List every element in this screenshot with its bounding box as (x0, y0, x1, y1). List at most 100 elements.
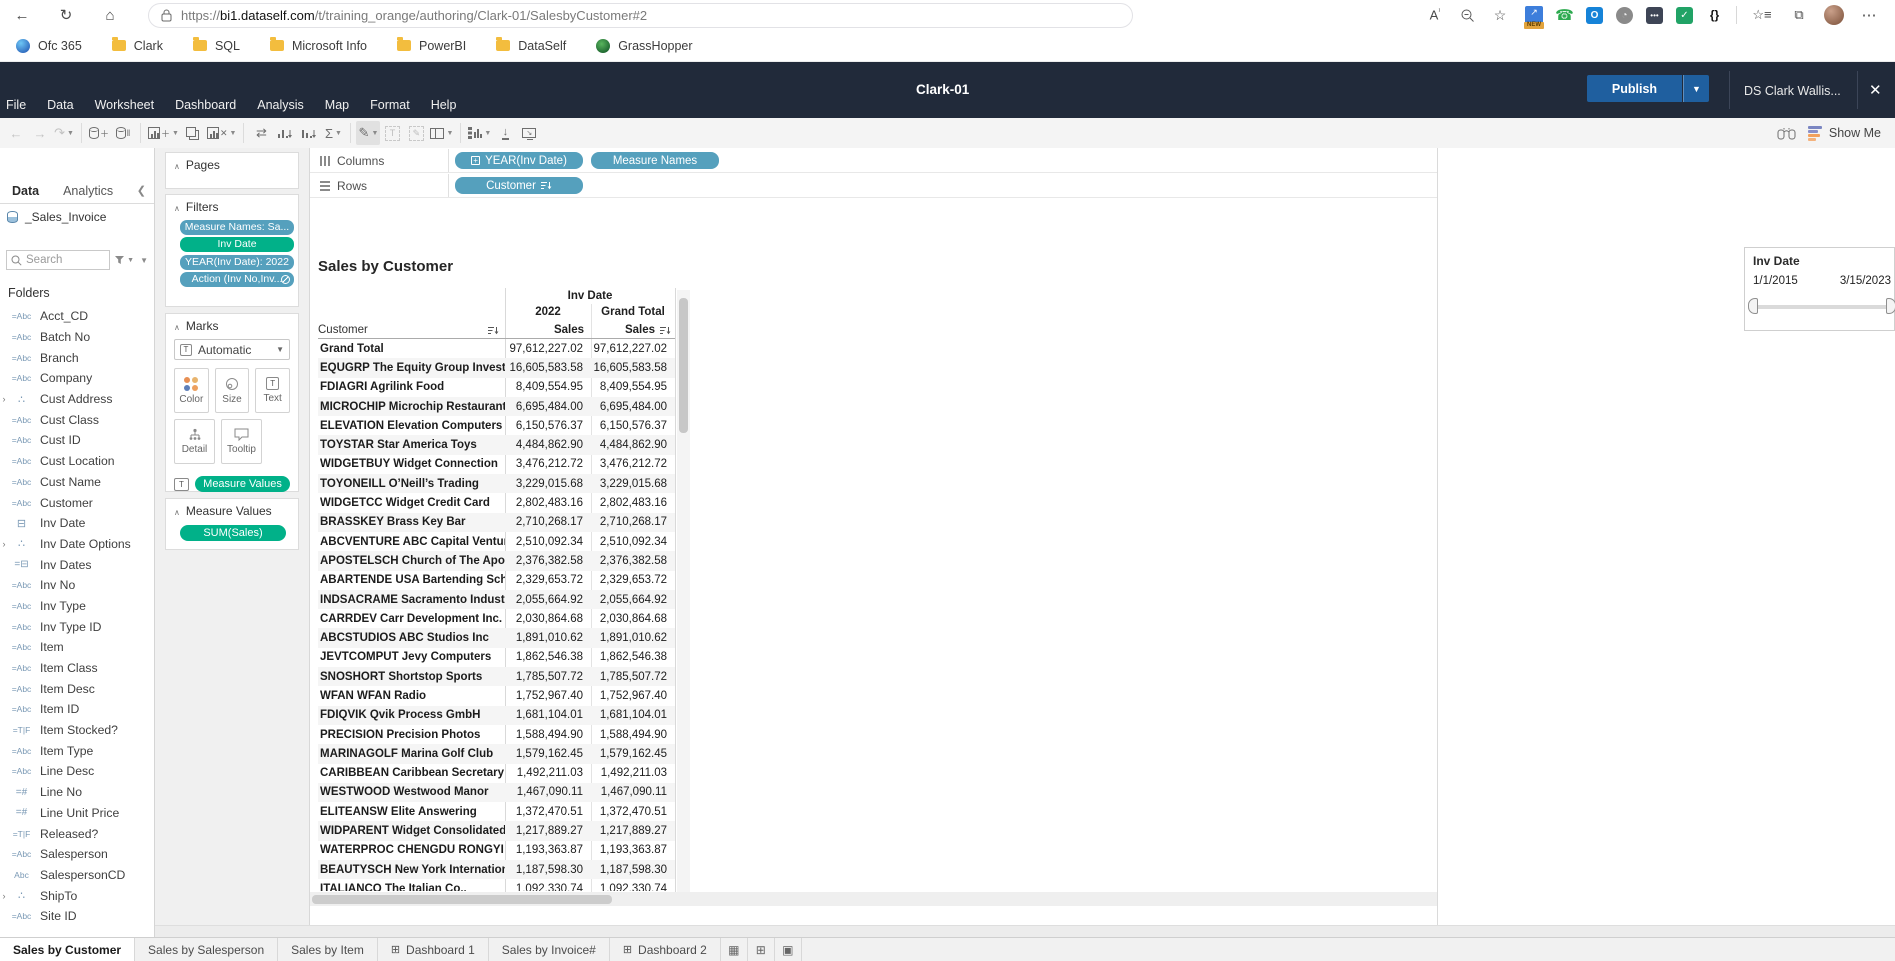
field-item[interactable]: Cust ID (0, 430, 154, 451)
find-icon[interactable] (1777, 126, 1796, 141)
collapse-icon[interactable]: ∧ (174, 204, 180, 213)
detail-button[interactable]: Detail (174, 419, 215, 464)
column-header-grand-total[interactable]: Grand Total (591, 306, 675, 318)
menu-item[interactable]: Dashboard (175, 98, 236, 112)
field-item[interactable]: Released? (0, 823, 154, 844)
new-worksheet-button[interactable]: ＋▼ (146, 121, 181, 145)
undo-button[interactable]: ← (4, 121, 28, 145)
tooltip-button[interactable]: Tooltip (221, 419, 262, 464)
date-slider-track[interactable] (1753, 305, 1889, 309)
size-button[interactable]: Size (215, 368, 250, 413)
extension-todo-icon[interactable]: ✓ (1676, 7, 1693, 24)
new-dashboard-tab-button[interactable]: ⊞ (748, 938, 775, 961)
replay-button[interactable]: ↷▼ (52, 121, 76, 145)
table-row[interactable]: MICROCHIP Microchip Restaurant 6,695,484… (318, 397, 675, 416)
field-item[interactable]: Cust Location (0, 451, 154, 472)
field-item[interactable]: SalespersonCD (0, 865, 154, 886)
table-row[interactable]: ABCSTUDIOS ABC Studios Inc 1,891,010.62 … (318, 628, 675, 647)
highlight-button[interactable]: ✎▼ (356, 121, 380, 145)
table-row[interactable]: EQUGRP The Equity Group Investors 16,605… (318, 358, 675, 377)
table-row[interactable]: SNOSHORT Shortstop Sports 1,785,507.72 1… (318, 667, 675, 686)
favorites-bar-icon[interactable]: ☆≡ (1750, 7, 1774, 23)
field-item[interactable]: Batch No (0, 327, 154, 348)
row-pill-customer[interactable]: Customer (455, 177, 583, 194)
field-item[interactable]: Cust Class (0, 409, 154, 430)
collapse-icon[interactable]: ∧ (174, 162, 180, 171)
datasource-row[interactable]: _Sales_Invoice (0, 204, 154, 230)
clear-sheet-button[interactable]: ✕▼ (205, 121, 238, 145)
table-row[interactable]: FDIQVIK Qvik Process GmbH 1,681,104.01 1… (318, 706, 675, 725)
publish-dropdown-button[interactable]: ▼ (1683, 75, 1709, 102)
table-row[interactable]: CARRDEV Carr Development Inc. 2,030,864.… (318, 609, 675, 628)
field-item[interactable]: Inv Date (0, 513, 154, 534)
column-header-2022[interactable]: 2022 (505, 306, 591, 318)
sheet-tab[interactable]: ⊞Sales by Salesperson (135, 938, 278, 961)
table-row[interactable]: JEVTCOMPUT Jevy Computers 1,862,546.38 1… (318, 648, 675, 667)
field-item[interactable]: Site ID (0, 906, 154, 927)
field-item[interactable]: Cust Address (0, 389, 154, 410)
text-button[interactable]: T Text (255, 368, 290, 413)
user-account-label[interactable]: DS Clark Wallis... (1744, 84, 1841, 98)
zoom-out-icon[interactable] (1460, 8, 1475, 23)
field-item[interactable]: Item Desc (0, 678, 154, 699)
table-row[interactable]: TOYSTAR Star America Toys 4,484,862.90 4… (318, 435, 675, 454)
menu-item[interactable]: Map (325, 98, 349, 112)
table-row[interactable]: WIDGETCC Widget Credit Card 2,802,483.16… (318, 493, 675, 512)
profile-avatar[interactable] (1824, 5, 1844, 25)
row-header-customer[interactable]: Customer (318, 324, 368, 336)
column-pill[interactable]: +YEAR(Inv Date) (455, 152, 583, 169)
extension-phone-icon[interactable]: ☎ (1556, 7, 1573, 24)
table-row[interactable]: PRECISION Precision Photos 1,588,494.90 … (318, 725, 675, 744)
field-item[interactable]: Inv Type ID (0, 616, 154, 637)
column-pill[interactable]: +Measure Names (591, 152, 719, 169)
format-button[interactable]: ✎ (404, 121, 428, 145)
field-item[interactable]: Item (0, 637, 154, 658)
table-row[interactable]: WFAN WFAN Radio 1,752,967.40 1,752,967.4… (318, 686, 675, 705)
date-slider-handle-right[interactable] (1886, 298, 1895, 314)
field-item[interactable]: ShipTo (0, 885, 154, 906)
extension-outlook-icon[interactable]: O (1586, 7, 1603, 24)
field-item[interactable]: Item Stocked? (0, 720, 154, 741)
vertical-scrollbar[interactable] (677, 290, 690, 892)
table-row[interactable]: ITALIANCO The Italian Co.. 1,092,330.74 … (318, 879, 675, 891)
bookmark-item[interactable]: DataSelf (496, 39, 566, 53)
table-row[interactable]: ELITEANSW Elite Answering 1,372,470.51 1… (318, 802, 675, 821)
presentation-mode-button[interactable]: ↘ (517, 121, 541, 145)
menu-item[interactable]: Analysis (257, 98, 304, 112)
table-row[interactable]: INDSACRAME Sacramento Industrial S.. 2,0… (318, 590, 675, 609)
bookmark-item[interactable]: Ofc 365 (16, 39, 82, 53)
table-row[interactable]: ELEVATION Elevation Computers 6,150,576.… (318, 416, 675, 435)
show-me-button[interactable]: Show Me (1808, 126, 1881, 141)
field-item[interactable]: Cust Name (0, 472, 154, 493)
download-button[interactable]: ↓ (493, 121, 517, 145)
field-item[interactable]: Inv Dates (0, 554, 154, 575)
sort-icon[interactable] (488, 326, 499, 336)
show-hide-cards-button[interactable]: ▼ (466, 121, 493, 145)
favorites-star-icon[interactable]: ☆ (1488, 7, 1512, 24)
field-item[interactable]: Item Type (0, 740, 154, 761)
scrollbar-thumb[interactable] (679, 298, 688, 433)
table-row[interactable]: Grand Total 97,612,227.02 97,612,227.02 (318, 339, 675, 358)
collapse-pane-icon[interactable]: ❮ (137, 184, 146, 197)
sheet-tab[interactable]: ⊞Dashboard 1 (378, 938, 489, 961)
collections-icon[interactable]: ⧉ (1787, 7, 1811, 23)
table-row[interactable]: ABCVENTURE ABC Capital Ventures 2,510,09… (318, 532, 675, 551)
field-item[interactable]: Inv Type (0, 596, 154, 617)
horizontal-scrollbar[interactable] (310, 892, 1437, 906)
table-row[interactable]: WATERPROC CHENGDU RONGYI WATE.. 1,193,36… (318, 841, 675, 860)
bookmark-item[interactable]: GrassHopper (596, 39, 692, 53)
sort-ascending-button[interactable] (273, 121, 297, 145)
publish-button[interactable]: Publish (1587, 75, 1682, 102)
measure-header-sales[interactable]: Sales (505, 324, 584, 336)
filter-pill[interactable]: YEAR(Inv Date): 2022 (180, 255, 294, 270)
scrollbar-thumb[interactable] (312, 895, 612, 904)
table-row[interactable]: TOYONEILL O’Neill’s Trading 3,229,015.68… (318, 474, 675, 493)
bookmark-item[interactable]: Microsoft Info (270, 39, 367, 53)
field-item[interactable]: Acct_CD (0, 306, 154, 327)
back-icon[interactable]: ← (10, 7, 34, 24)
measure-values-pill[interactable]: Measure Values (195, 476, 290, 492)
table-row[interactable]: BRASSKEY Brass Key Bar 2,710,268.17 2,71… (318, 513, 675, 532)
extension-menu-icon[interactable]: ••• (1646, 7, 1663, 24)
color-button[interactable]: Color (174, 368, 209, 413)
url-bar[interactable]: https://bi1.dataself.com/t/training_oran… (148, 3, 1133, 28)
